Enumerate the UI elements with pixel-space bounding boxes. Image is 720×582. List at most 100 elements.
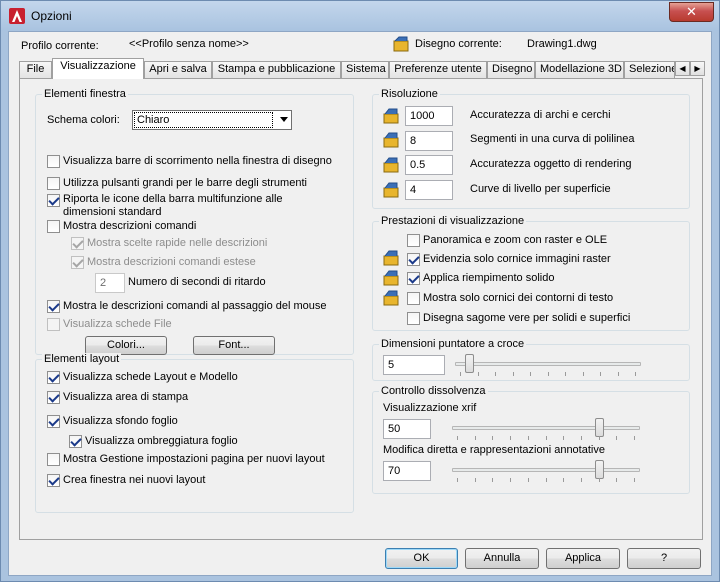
group-title-elementi-finestra: Elementi finestra	[42, 88, 128, 100]
drawing-setting-icon	[383, 290, 399, 306]
tab-stampa-e-pubblicazione[interactable]: Stampa e pubblicazione	[212, 61, 341, 78]
label-arc-smoothness: Accuratezza di archi e cerchi	[470, 109, 611, 121]
tab-scroll-left-icon[interactable]: ◀	[675, 61, 690, 76]
tab-visualizzazione[interactable]: Visualizzazione	[52, 58, 144, 79]
window-title: Opzioni	[31, 9, 72, 23]
checkbox-text-boundary[interactable]	[407, 292, 420, 305]
slider-tick	[527, 436, 529, 440]
cancel-button[interactable]: Annulla	[465, 548, 539, 569]
slider-tick	[616, 478, 618, 482]
checkbox-paper-background[interactable]	[47, 415, 60, 428]
font-button[interactable]: Font...	[193, 336, 275, 355]
slider-tick	[527, 478, 529, 482]
label-contour-lines: Curve di livello per superficie	[470, 183, 611, 195]
group-title-puntatore: Dimensioni puntatore a croce	[379, 338, 527, 350]
label-layout-model-tabs: Visualizza schede Layout e Modello	[63, 371, 238, 383]
ok-button[interactable]: OK	[385, 548, 458, 569]
slider-tick	[563, 436, 565, 440]
dialog-body: Profilo corrente: <<Profilo senza nome>>…	[8, 31, 712, 576]
close-icon: ✕	[686, 4, 697, 19]
title-bar[interactable]: Opzioni ✕	[1, 1, 719, 31]
tab-file[interactable]: File	[19, 61, 52, 78]
checkbox-solid-fill[interactable]	[407, 272, 420, 285]
profile-value: <<Profilo senza nome>>	[129, 38, 249, 50]
help-button[interactable]: ?	[627, 548, 701, 569]
close-button[interactable]: ✕	[669, 2, 714, 22]
checkbox-layout-model-tabs[interactable]	[47, 371, 60, 384]
label-delay-seconds: Numero di secondi di ritardo	[128, 276, 266, 288]
drawing-setting-icon	[383, 108, 399, 124]
label-extended-tooltips: Mostra descrizioni comandi estese	[87, 256, 256, 268]
drawing-setting-icon	[383, 250, 399, 266]
slider-tick	[474, 478, 476, 482]
group-elementi-finestra: Elementi finestra Schema colori: Chiaro …	[35, 88, 354, 355]
annotative-fading-slider[interactable]	[452, 460, 640, 482]
label-create-viewport: Crea finestra nei nuovi layout	[63, 474, 206, 486]
tab-disegno[interactable]: Disegno	[487, 61, 535, 78]
tab-modellazione-3d[interactable]: Modellazione 3D	[535, 61, 624, 78]
arc-smoothness-input[interactable]: 1000	[405, 106, 453, 126]
group-dissolvenza: Controllo dissolvenza Visualizzazione xr…	[372, 385, 690, 494]
drawing-label: Disegno corrente:	[415, 38, 502, 50]
slider-tick	[598, 436, 600, 440]
checkbox-tooltips[interactable]	[47, 220, 60, 233]
annotative-slider-thumb[interactable]	[594, 460, 604, 479]
slider-tick	[598, 478, 600, 482]
delay-seconds-input[interactable]: 2	[95, 273, 125, 293]
checkbox-pan-zoom-raster[interactable]	[407, 234, 420, 247]
contour-lines-input[interactable]: 4	[405, 180, 453, 200]
xref-slider-thumb[interactable]	[594, 418, 604, 437]
slider-tick	[457, 436, 458, 440]
color-scheme-select[interactable]: Chiaro	[132, 110, 292, 130]
checkbox-rollover-tooltips[interactable]	[47, 300, 60, 313]
tab-scroll-right-icon[interactable]: ▶	[690, 61, 705, 76]
slider-tick	[510, 436, 512, 440]
checkbox-large-buttons[interactable]	[47, 177, 60, 190]
checkbox-file-tabs[interactable]	[47, 318, 60, 331]
apply-button[interactable]: Applica	[546, 548, 620, 569]
checkbox-true-silhouettes[interactable]	[407, 312, 420, 325]
polyline-segments-input[interactable]: 8	[405, 131, 453, 151]
checkbox-create-viewport[interactable]	[47, 474, 60, 487]
checkbox-printable-area[interactable]	[47, 391, 60, 404]
color-scheme-value: Chiaro	[134, 112, 273, 128]
tab-page-visualizzazione: Elementi finestra Schema colori: Chiaro …	[19, 78, 703, 540]
group-title-dissolvenza: Controllo dissolvenza	[379, 385, 488, 397]
xref-fading-slider[interactable]	[452, 418, 640, 440]
label-true-silhouettes: Disegna sagome vere per solidi e superfi…	[423, 312, 631, 324]
drawing-setting-icon	[383, 182, 399, 198]
group-puntatore: Dimensioni puntatore a croce 5	[372, 338, 690, 381]
chevron-down-icon	[280, 117, 288, 122]
annotative-fading-input[interactable]: 70	[383, 461, 431, 481]
slider-tick	[563, 478, 565, 482]
crosshair-size-slider[interactable]	[455, 354, 641, 376]
group-title-risoluzione: Risoluzione	[379, 88, 440, 100]
slider-tick	[510, 478, 512, 482]
slider-tick	[545, 436, 547, 440]
tab-sistema[interactable]: Sistema	[341, 61, 389, 78]
label-paper-shadow: Visualizza ombreggiatura foglio	[85, 435, 238, 447]
tab-selezione[interactable]: Selezione	[624, 61, 675, 78]
checkbox-highlight-raster-frame[interactable]	[407, 253, 420, 266]
tab-preferenze-utente[interactable]: Preferenze utente	[389, 61, 487, 78]
tab-apri-e-salva[interactable]: Apri e salva	[144, 61, 212, 78]
drawing-file-icon	[393, 36, 409, 52]
label-text-boundary: Mostra solo cornici dei contorni di test…	[423, 292, 614, 304]
label-large-buttons: Utilizza pulsanti grandi per le barre de…	[63, 177, 307, 189]
label-printable-area: Visualizza area di stampa	[63, 391, 189, 403]
checkbox-scrollbars[interactable]	[47, 155, 60, 168]
rendering-smoothness-input[interactable]: 0.5	[405, 155, 453, 175]
checkbox-extended-tooltips[interactable]	[71, 256, 84, 269]
slider-tick	[492, 478, 494, 482]
drawing-setting-icon	[383, 270, 399, 286]
slider-tick	[580, 478, 582, 482]
checkbox-shortcut-keys[interactable]	[71, 237, 84, 250]
crosshair-slider-thumb[interactable]	[464, 354, 474, 373]
slider-tick	[477, 372, 479, 376]
checkbox-page-setup-manager[interactable]	[47, 453, 60, 466]
checkbox-paper-shadow[interactable]	[69, 435, 82, 448]
xref-fading-input[interactable]: 50	[383, 419, 431, 439]
checkbox-ribbon-icons[interactable]	[47, 194, 60, 207]
slider-tick	[512, 372, 514, 376]
crosshair-size-input[interactable]: 5	[383, 355, 445, 375]
